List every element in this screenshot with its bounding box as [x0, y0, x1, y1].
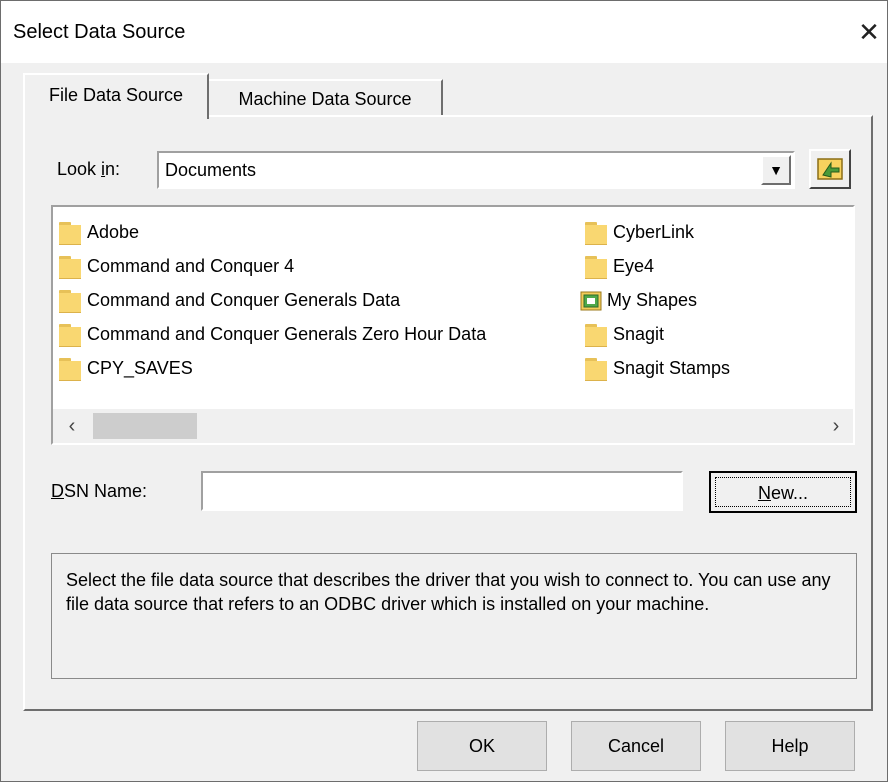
file-item-adobe[interactable]: Adobe	[59, 217, 139, 247]
look-in-dropdown[interactable]: Documents ▼	[157, 151, 795, 189]
scroll-left-icon[interactable]: ‹	[55, 409, 89, 443]
new-button-label: New...	[715, 477, 851, 507]
cancel-button[interactable]: Cancel	[571, 721, 701, 771]
file-list[interactable]: Adobe Command and Conquer 4 Command and …	[51, 205, 855, 445]
look-in-value: Documents	[165, 160, 257, 180]
file-item-command-and-conquer-4[interactable]: Command and Conquer 4	[59, 251, 294, 281]
dsn-name-label: DSN Name:	[51, 481, 148, 501]
dialog-title: Select Data Source	[13, 21, 186, 43]
new-button[interactable]: New...	[709, 471, 857, 513]
horizontal-scrollbar[interactable]: ‹ ›	[53, 409, 853, 443]
file-item-cpy-saves[interactable]: CPY_SAVES	[59, 353, 193, 383]
file-item-eye4[interactable]: Eye4	[585, 251, 654, 281]
folder-icon	[59, 357, 81, 382]
folder-icon	[59, 323, 81, 348]
folder-icon	[59, 221, 81, 246]
select-data-source-dialog: Select Data Source ✕ File Data Source Ma…	[0, 0, 888, 782]
description-box: Select the file data source that describ…	[51, 553, 857, 679]
tab-machine-data-source[interactable]: Machine Data Source	[209, 79, 443, 117]
help-button[interactable]: Help	[725, 721, 855, 771]
file-item-snagit-stamps[interactable]: Snagit Stamps	[585, 353, 730, 383]
title-bar: Select Data Source ✕	[1, 1, 887, 63]
up-folder-icon	[817, 158, 843, 180]
folder-icon	[585, 255, 607, 280]
folder-icon	[585, 357, 607, 382]
dropdown-arrow-icon[interactable]: ▼	[761, 155, 791, 185]
folder-icon	[585, 221, 607, 246]
dsn-name-input[interactable]	[201, 471, 683, 511]
tab-file-data-source[interactable]: File Data Source	[23, 73, 209, 119]
file-item-snagit[interactable]: Snagit	[585, 319, 664, 349]
close-button[interactable]: ✕	[853, 13, 885, 51]
file-item-my-shapes[interactable]: My Shapes	[579, 285, 697, 315]
look-in-label: Look in:	[57, 159, 121, 179]
scroll-thumb[interactable]	[93, 413, 197, 439]
folder-icon	[59, 289, 81, 314]
shapes-library-icon	[580, 291, 602, 311]
up-folder-button[interactable]	[809, 149, 851, 189]
description-text: Select the file data source that describ…	[66, 570, 831, 614]
file-item-cyberlink[interactable]: CyberLink	[585, 217, 694, 247]
file-item-command-and-conquer-generals-zero-hour-data[interactable]: Command and Conquer Generals Zero Hour D…	[59, 319, 486, 349]
ok-button[interactable]: OK	[417, 721, 547, 771]
file-item-command-and-conquer-generals-data[interactable]: Command and Conquer Generals Data	[59, 285, 400, 315]
folder-icon	[585, 323, 607, 348]
scroll-right-icon[interactable]: ›	[819, 409, 853, 443]
folder-icon	[59, 255, 81, 280]
